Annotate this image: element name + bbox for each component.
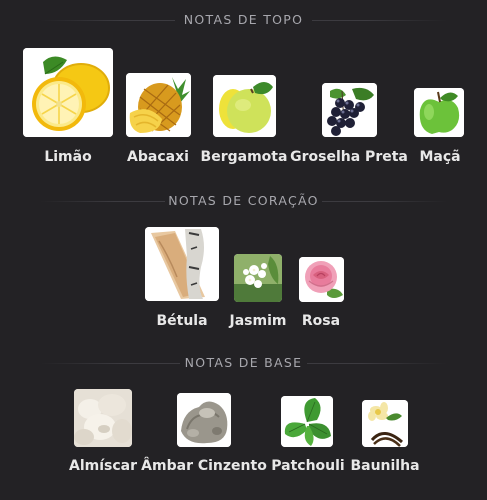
note-label: Rosa (301, 313, 341, 329)
note-label: Maçã (419, 149, 461, 165)
note-label: Âmbar Cinzento (141, 458, 267, 474)
lemon-icon (23, 48, 113, 137)
divider (307, 363, 447, 364)
note-label: Limão (44, 149, 92, 165)
apple-icon (414, 88, 464, 137)
divider (322, 201, 447, 202)
vanilla-icon (362, 400, 408, 447)
rose-icon (299, 257, 344, 302)
divider (312, 20, 447, 21)
jasmine-icon (234, 254, 282, 302)
section-header-base-notes: NOTAS DE BASE (0, 355, 487, 371)
pineapple-icon (126, 73, 191, 137)
note-label: Bergamota (200, 149, 288, 165)
note-label: Baunilha (350, 458, 420, 474)
bergamot-icon (213, 75, 276, 137)
note-label: Groselha Preta (290, 149, 408, 165)
section-header-heart-notes: NOTAS DE CORAÇÃO (0, 193, 487, 209)
blackcurrant-icon (322, 83, 377, 137)
note-label: Patchouli (271, 458, 345, 474)
note-label: Almíscar (68, 458, 138, 474)
note-label: Jasmim (229, 313, 287, 329)
section-header-top-notes: NOTAS DE TOPO (0, 12, 487, 28)
ambergris-icon (177, 393, 231, 447)
note-label: Bétula (156, 313, 208, 329)
birch-icon (145, 227, 219, 301)
note-label: Abacaxi (127, 149, 189, 165)
patchouli-icon (281, 396, 333, 447)
musk-icon (74, 389, 132, 447)
